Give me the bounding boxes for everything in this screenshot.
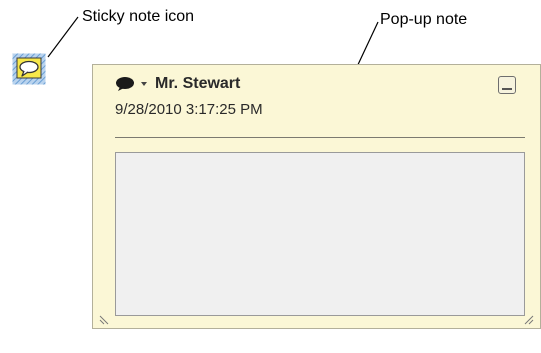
popup-note: Mr. Stewart 9/28/2010 3:17:25 PM: [92, 64, 541, 329]
header-separator: [115, 137, 525, 138]
minimize-button[interactable]: [498, 76, 516, 94]
note-timestamp: 9/28/2010 3:17:25 PM: [115, 101, 263, 118]
chevron-down-icon[interactable]: [139, 79, 149, 89]
sticky-note-icon-callout: Sticky note icon: [82, 8, 195, 25]
popup-note-callout: Pop-up note: [380, 11, 468, 28]
note-text-area[interactable]: [115, 152, 525, 316]
sticky-leader-line: [47, 16, 79, 58]
resize-grip-right-icon[interactable]: [522, 313, 534, 325]
resize-grip-left-icon[interactable]: [99, 313, 111, 325]
speech-bubble-icon[interactable]: [115, 76, 135, 92]
sticky-note-icon[interactable]: [12, 53, 46, 85]
popup-header: Mr. Stewart: [115, 75, 240, 93]
author-name: Mr. Stewart: [155, 75, 241, 92]
